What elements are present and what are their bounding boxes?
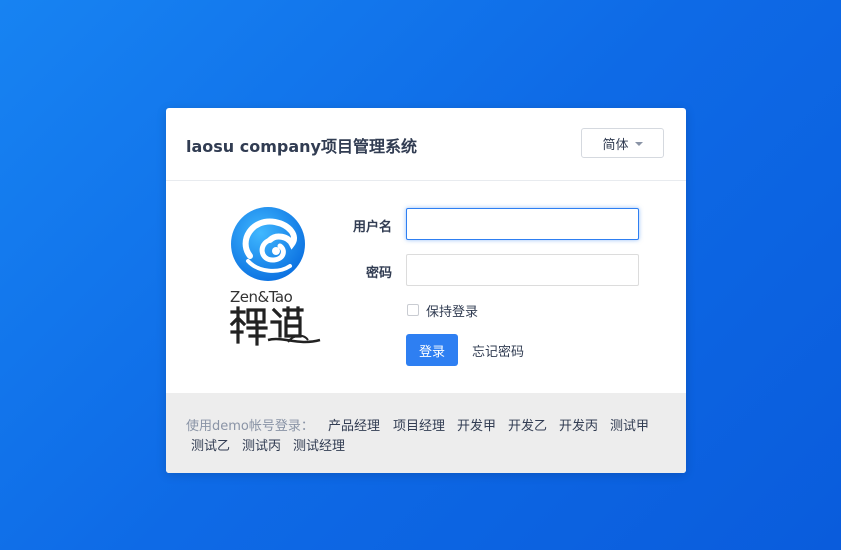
password-input[interactable] bbox=[406, 254, 639, 286]
demo-account-link[interactable]: 测试经理 bbox=[293, 435, 345, 454]
language-select[interactable]: 简体 bbox=[581, 128, 664, 158]
password-label: 密码 bbox=[365, 266, 392, 281]
language-label: 简体 bbox=[602, 137, 629, 153]
zentao-logo-icon bbox=[231, 207, 305, 281]
chinese-calligraphy-mark bbox=[229, 306, 321, 346]
logo-brand-text: Zen&Tao bbox=[230, 288, 293, 306]
demo-account-link[interactable]: 项目经理 bbox=[393, 415, 445, 434]
demo-account-link[interactable]: 开发丙 bbox=[559, 415, 598, 434]
login-button[interactable]: 登录 bbox=[406, 334, 458, 366]
username-input[interactable] bbox=[406, 208, 639, 240]
demo-account-link[interactable]: 开发甲 bbox=[457, 415, 496, 434]
remember-login-checkbox[interactable] bbox=[407, 304, 419, 316]
login-header: laosu company项目管理系统 简体 bbox=[166, 108, 686, 181]
demo-account-link[interactable]: 测试丙 bbox=[242, 435, 281, 454]
demo-account-link[interactable]: 开发乙 bbox=[508, 415, 547, 434]
demo-account-link[interactable]: 产品经理 bbox=[328, 415, 380, 434]
demo-accounts-label: 使用demo帐号登录： bbox=[186, 419, 314, 434]
demo-account-link[interactable]: 测试甲 bbox=[610, 415, 649, 434]
demo-account-link[interactable]: 测试乙 bbox=[191, 435, 230, 454]
login-panel: laosu company项目管理系统 简体 Zen&Tao 用户名 密码 保持… bbox=[166, 108, 686, 473]
caret-down-icon bbox=[634, 142, 643, 146]
forgot-password-link[interactable]: 忘记密码 bbox=[472, 341, 524, 360]
demo-accounts-bar: 使用demo帐号登录： 产品经理 项目经理 开发甲 开发乙 开发丙 测试甲 测试… bbox=[166, 393, 686, 473]
page-title: laosu company项目管理系统 bbox=[186, 137, 417, 156]
username-label: 用户名 bbox=[352, 220, 392, 235]
zentao-logo: Zen&Tao bbox=[228, 206, 322, 348]
remember-login-label[interactable]: 保持登录 bbox=[426, 301, 478, 320]
